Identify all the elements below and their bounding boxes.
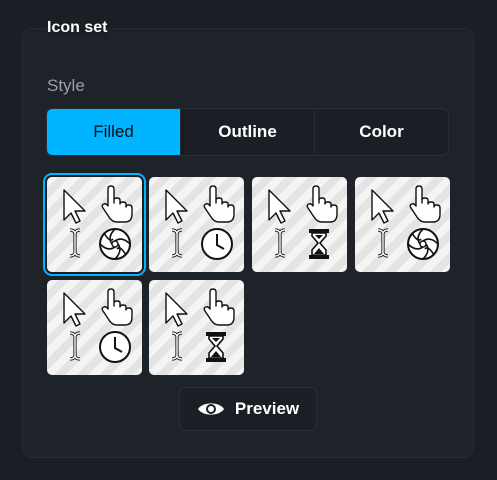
arrow-pointer-icon [165, 189, 188, 224]
style-label: Style [47, 76, 85, 95]
icon-set-tile-2[interactable] [149, 177, 244, 272]
icon-set-tile-3[interactable] [252, 177, 347, 272]
hand-pointer-icon [101, 288, 133, 326]
hand-pointer-icon [306, 185, 338, 223]
style-outline-button[interactable]: Outline [181, 109, 315, 155]
hand-pointer-icon [409, 185, 441, 223]
cursor-preview-icons [63, 288, 133, 363]
aperture-spinner-icon [99, 228, 131, 260]
cursor-preview-icons [371, 185, 441, 260]
arrow-pointer-icon [63, 292, 86, 327]
cursor-preview-icons [165, 185, 235, 260]
clock-icon [99, 331, 131, 363]
text-ibeam-icon [69, 228, 81, 258]
cursor-preview-icons [268, 185, 338, 259]
hourglass-icon [309, 229, 329, 259]
style-filled-button[interactable]: Filled [47, 109, 181, 155]
preview-button[interactable]: Preview [179, 387, 317, 431]
text-ibeam-icon [171, 331, 183, 361]
preview-label: Preview [234, 399, 300, 418]
panel-title: Icon set [47, 19, 108, 37]
hourglass-icon [206, 332, 226, 362]
icon-set-tile-1[interactable] [47, 177, 142, 272]
hand-pointer-icon [101, 185, 133, 223]
cursor-preview-icons [63, 185, 133, 260]
text-ibeam-icon [377, 228, 389, 258]
text-ibeam-icon [69, 331, 81, 361]
style-color-button[interactable]: Color [315, 109, 448, 155]
eye-icon [197, 403, 224, 415]
hand-pointer-icon [203, 185, 235, 223]
style-segmented-control: Filled Outline Color [46, 108, 449, 156]
icon-set-tile-6[interactable] [149, 280, 244, 375]
icon-set-tile-5[interactable] [47, 280, 142, 375]
hand-pointer-icon [203, 288, 235, 326]
text-ibeam-icon [274, 228, 286, 258]
clock-icon [201, 228, 233, 260]
arrow-pointer-icon [268, 189, 291, 224]
aperture-spinner-icon [407, 228, 439, 260]
arrow-pointer-icon [63, 189, 86, 224]
cursor-preview-icons [165, 288, 235, 362]
arrow-pointer-icon [165, 292, 188, 327]
text-ibeam-icon [171, 228, 183, 258]
icon-set-tile-4[interactable] [355, 177, 450, 272]
arrow-pointer-icon [371, 189, 394, 224]
